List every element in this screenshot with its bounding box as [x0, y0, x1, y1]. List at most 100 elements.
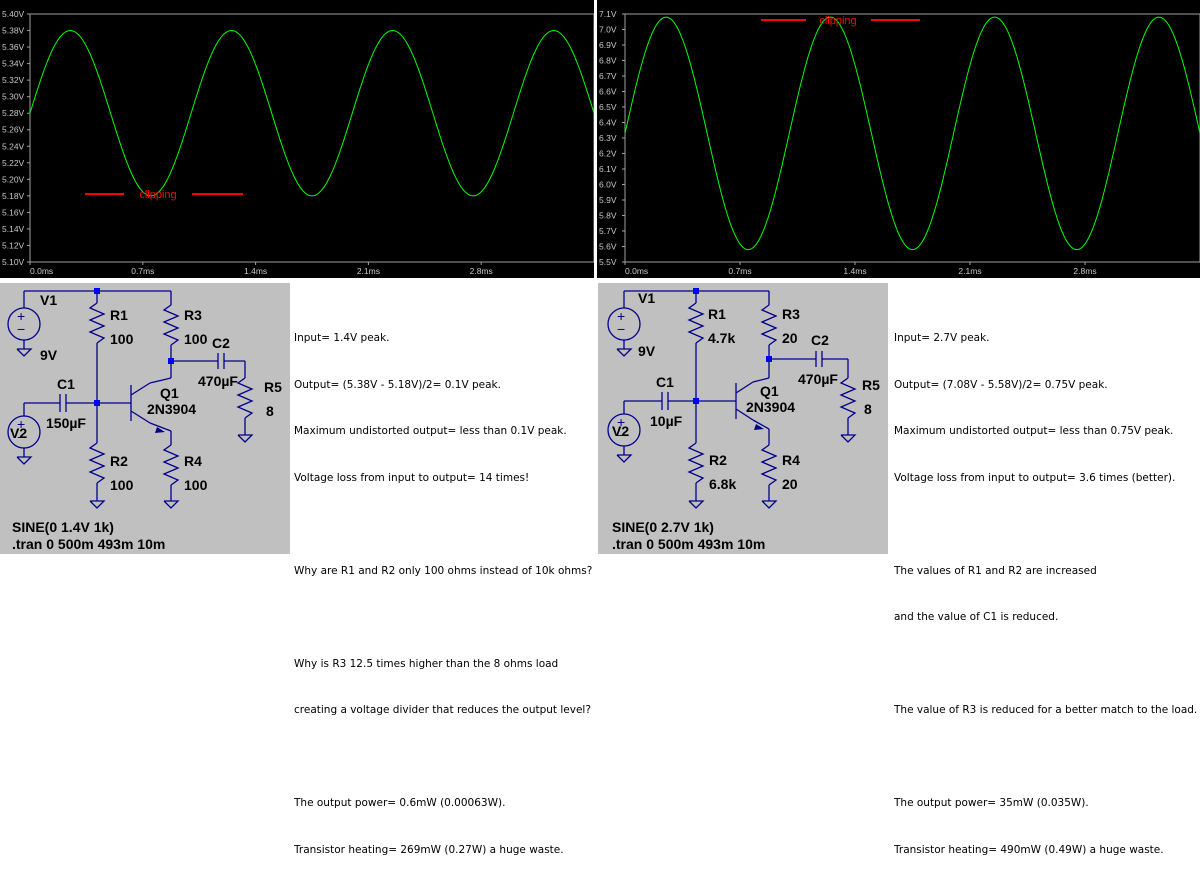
right-schematic[interactable]: + − + − V1 9V R1 4.7k R3 20 C2 470µF R5 …	[598, 283, 888, 554]
right-note-line: The values of R1 and R2 are increased	[894, 564, 1097, 577]
right-v1-minus: −	[617, 321, 625, 337]
left-node-top	[94, 288, 100, 294]
left-v1-minus: −	[17, 321, 25, 337]
left-note-line: Why are R1 and R2 only 100 ohms instead …	[294, 564, 593, 577]
right-waveform-plot[interactable]: 7.1V 7.0V 6.9V 6.8V 6.7V 6.6V 6.5V 6.4V 6.3V 6.2V…	[597, 0, 1200, 278]
left-schematic[interactable]: + − + − V1 9V R1 100 R3 100 C2 470µF R5 …	[0, 283, 290, 554]
right-r4-value: 20	[782, 476, 798, 492]
left-waveform-plot[interactable]: 5.40V 5.38V 5.36V 5.34V 5.32V 5.30V 5.28V 5.26V…	[0, 0, 594, 278]
right-x-tick-label: 0.0ms	[625, 266, 648, 276]
left-x-tick-label: 2.8ms	[470, 266, 493, 276]
left-notes: Input= 1.4V peak. Output= (5.38V - 5.18V…	[294, 300, 592, 874]
left-x-tick-label: 1.4ms	[244, 266, 267, 276]
left-c2-value: 470µF	[198, 373, 238, 389]
left-v2-label: V2	[10, 425, 27, 441]
left-note-line: Input= 1.4V peak.	[294, 332, 390, 344]
right-y-tick-label: 5.6V	[599, 242, 617, 252]
right-r1-value: 4.7k	[708, 330, 735, 346]
right-q1-label: Q1	[760, 383, 779, 399]
left-r2-value: 100	[110, 477, 134, 493]
right-sine-directive: SINE(0 2.7V 1k)	[612, 519, 714, 535]
right-y-tick-label: 7.0V	[599, 25, 617, 35]
left-note-line: Why is R3 12.5 times higher than the 8 o…	[294, 657, 559, 670]
left-sine-directive: SINE(0 1.4V 1k)	[12, 519, 114, 535]
right-schematic-svg: + − + − V1 9V R1 4.7k R3 20 C2 470µF R5 …	[607, 288, 880, 552]
right-r3-value: 20	[782, 330, 798, 346]
right-note-line: Output= (7.08V - 5.58V)/2= 0.75V peak.	[894, 378, 1108, 391]
right-node-collector	[766, 356, 772, 362]
right-r5-label: R5	[862, 377, 880, 393]
left-y-tick-label: 5.30V	[2, 92, 25, 102]
right-y-tick-label: 6.3V	[599, 133, 617, 143]
right-waveform-svg: 7.1V 7.0V 6.9V 6.8V 6.7V 6.6V 6.5V 6.4V 6.3V 6.2V…	[599, 9, 1200, 276]
left-y-tick-label: 5.36V	[2, 42, 25, 52]
left-r1-value: 100	[110, 331, 134, 347]
left-y-tick-label: 5.32V	[2, 75, 25, 85]
right-clipping-label: clipping	[819, 15, 856, 27]
left-plot-frame	[29, 13, 594, 263]
right-note-line: and the value of C1 is reduced.	[894, 611, 1059, 623]
right-x-tick-label: 2.8ms	[1073, 266, 1096, 276]
right-note-line	[894, 657, 1197, 673]
right-v1-value: 9V	[638, 343, 656, 359]
left-waveform-svg: 5.40V 5.38V 5.36V 5.34V 5.32V 5.30V 5.28V 5.26V…	[2, 9, 594, 276]
right-note-line	[894, 517, 1197, 533]
left-node-collector	[168, 358, 174, 364]
right-q1-value: 2N3904	[746, 399, 795, 415]
right-x-tick-label: 2.1ms	[958, 266, 981, 276]
right-y-tick-label: 6.2V	[599, 149, 617, 159]
right-y-tick-label: 5.8V	[599, 211, 617, 221]
right-c1-label: C1	[656, 374, 674, 390]
left-y-tick-label: 5.24V	[2, 141, 25, 151]
left-y-axis: 5.40V 5.38V 5.36V 5.34V 5.32V 5.30V 5.28V 5.26V…	[2, 9, 30, 267]
right-plot-frame	[624, 13, 1200, 263]
right-note-line: Voltage loss from input to output= 3.6 t…	[894, 471, 1176, 484]
right-y-tick-label: 6.8V	[599, 56, 617, 66]
right-r2-label: R2	[709, 452, 727, 468]
right-notes: Input= 2.7V peak. Output= (7.08V - 5.58V…	[894, 300, 1197, 874]
left-y-tick-label: 5.28V	[2, 108, 25, 118]
right-v1-label: V1	[638, 290, 655, 306]
left-v1-label: V1	[40, 292, 57, 308]
right-note-line: The output power= 35mW (0.035W).	[894, 797, 1089, 809]
left-r4-label: R4	[184, 453, 202, 469]
left-x-tick-label: 0.0ms	[30, 266, 53, 276]
right-y-tick-label: 6.1V	[599, 164, 617, 174]
right-y-tick-label: 6.7V	[599, 71, 617, 81]
left-trace	[29, 29, 594, 197]
right-note-line: Maximum undistorted output= less than 0.…	[894, 425, 1174, 437]
left-r3-value: 100	[184, 331, 208, 347]
left-c1-label: C1	[57, 376, 75, 392]
left-y-tick-label: 5.20V	[2, 174, 25, 184]
left-clipping-label: clipping	[139, 189, 176, 201]
left-note-line: Maximum undistorted output= less than 0.…	[294, 425, 567, 437]
left-note-line: Output= (5.38V - 5.18V)/2= 0.1V peak.	[294, 378, 501, 391]
right-y-tick-label: 6.9V	[599, 40, 617, 50]
right-note-line: The value of R3 is reduced for a better …	[894, 704, 1198, 716]
left-note-line	[294, 750, 592, 766]
left-note-line	[294, 610, 592, 626]
left-r2-label: R2	[110, 453, 128, 469]
left-c1-value: 150µF	[46, 415, 86, 431]
left-note-line: Voltage loss from input to output= 14 ti…	[294, 471, 530, 484]
right-c2-value: 470µF	[798, 371, 838, 387]
right-trace	[624, 16, 1200, 251]
left-r5-label: R5	[264, 379, 282, 395]
right-r5-value: 8	[864, 401, 872, 417]
right-y-tick-label: 5.9V	[599, 195, 617, 205]
left-r4-value: 100	[184, 477, 208, 493]
right-x-axis: 0.0ms 0.7ms 1.4ms 2.1ms 2.8ms	[624, 262, 1097, 276]
right-r4-label: R4	[782, 452, 800, 468]
left-v1-value: 9V	[40, 347, 58, 363]
right-y-tick-label: 5.7V	[599, 226, 617, 236]
left-y-tick-label: 5.22V	[2, 158, 25, 168]
right-c1-value: 10µF	[650, 413, 683, 429]
right-x-tick-label: 0.7ms	[728, 266, 751, 276]
right-y-tick-label: 7.1V	[599, 9, 617, 19]
right-c2-label: C2	[811, 332, 829, 348]
left-note-line: creating a voltage divider that reduces …	[294, 704, 591, 716]
right-node-base	[693, 398, 699, 404]
left-q1-label: Q1	[160, 385, 179, 401]
left-node-base	[94, 400, 100, 406]
left-tran-directive: .tran 0 500m 493m 10m	[12, 536, 165, 552]
